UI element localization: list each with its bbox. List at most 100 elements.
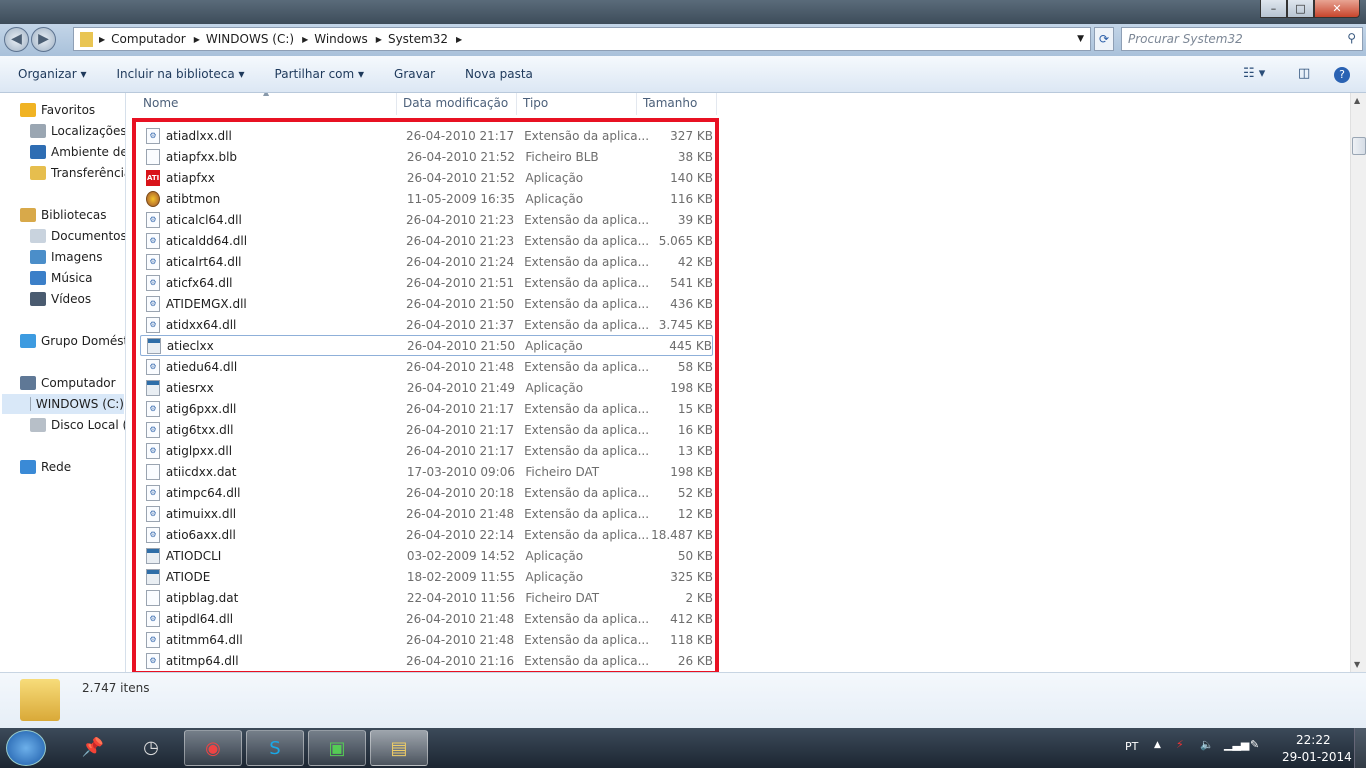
include-in-library-button[interactable]: Incluir na biblioteca ▾ <box>117 67 245 81</box>
column-date-modified[interactable]: Data modificação <box>397 93 517 115</box>
breadcrumb-windows[interactable]: Windows <box>314 32 368 46</box>
nav-item-rede[interactable]: Rede <box>20 457 71 477</box>
minimize-button[interactable]: – <box>1260 0 1287 18</box>
taskbar-pin-app-icon[interactable]: 📌 <box>64 730 122 766</box>
downloads-folder-icon <box>30 166 46 180</box>
taskbar-chrome-icon[interactable]: ◉ <box>184 730 242 766</box>
taskbar-explorer-icon[interactable]: ▤ <box>370 730 428 766</box>
file-row[interactable]: ⚙ atiedu64.dll 26-04-2010 21:48 Extensão da… <box>140 356 713 377</box>
file-row[interactable]: atipblag.dat 22-04-2010 11:56 Ficheiro DAT… <box>140 587 713 608</box>
organize-button[interactable]: Organizar ▾ <box>18 67 87 81</box>
back-button[interactable]: ◀ <box>4 27 29 52</box>
share-with-button[interactable]: Partilhar com ▾ <box>275 67 365 81</box>
file-row[interactable]: ATI atiapfxx 26-04-2010 21:52 Aplicação 140 … <box>140 167 713 188</box>
file-row[interactable]: ⚙ atio6axx.dll 26-04-2010 22:14 Extensão da… <box>140 524 713 545</box>
new-folder-button[interactable]: Nova pasta <box>465 67 533 81</box>
file-row[interactable]: ⚙ atiglpxx.dll 26-04-2010 21:17 Extensão da… <box>140 440 713 461</box>
nav-item-documentos[interactable]: Documentos <box>30 226 125 246</box>
address-bar[interactable]: ▶ Computador ▶ WINDOWS (C:) ▶ Windows ▶ … <box>73 27 1091 51</box>
nav-item-ambiente-de-trabalho[interactable]: Ambiente de trabalho <box>30 142 125 162</box>
search-input[interactable]: Procurar System32 ⚲ <box>1121 27 1363 51</box>
file-row[interactable]: ⚙ atimpc64.dll 26-04-2010 20:18 Extensão da… <box>140 482 713 503</box>
scroll-down-icon[interactable]: ▼ <box>1354 660 1360 669</box>
column-name[interactable]: Nome <box>127 93 397 115</box>
view-options-icon[interactable]: ☷ ▾ <box>1243 66 1265 81</box>
file-type: Aplicação <box>525 380 584 395</box>
nav-item-label: Ambiente de trabalho <box>51 145 125 159</box>
file-row[interactable]: atiapfxx.blb 26-04-2010 21:52 Ficheiro BLB… <box>140 146 713 167</box>
file-row[interactable]: ATIODCLI 03-02-2009 14:52 Aplicação 50 KB <box>140 545 713 566</box>
file-row[interactable]: ⚙ atidxx64.dll 26-04-2010 21:37 Extensão da… <box>140 314 713 335</box>
file-date: 26-04-2010 22:14 <box>405 527 515 542</box>
breadcrumb-windows-c[interactable]: WINDOWS (C:) <box>206 32 294 46</box>
language-indicator[interactable]: PT <box>1125 740 1138 753</box>
show-hidden-icons[interactable]: ▲ <box>1154 740 1161 750</box>
column-type[interactable]: Tipo <box>517 93 637 115</box>
file-row[interactable]: ⚙ atipdl64.dll 26-04-2010 21:48 Extensão da… <box>140 608 713 629</box>
file-row[interactable]: ⚙ atig6txx.dll 26-04-2010 21:17 Extensão da… <box>140 419 713 440</box>
file-date: 26-04-2010 21:16 <box>405 653 515 668</box>
breadcrumb-separator[interactable]: ▶ <box>456 35 462 44</box>
taskbar-monitor-app-icon[interactable]: ▣ <box>308 730 366 766</box>
nav-item-grupo-dom-stico[interactable]: Grupo Doméstico <box>20 331 125 351</box>
file-size: 198 KB <box>670 464 714 479</box>
breadcrumb-separator: ▶ <box>99 34 106 44</box>
breadcrumb-system32[interactable]: System32 <box>388 32 448 46</box>
vertical-scrollbar[interactable]: ▲ ▼ <box>1350 93 1366 672</box>
nav-item-localiza-es[interactable]: Localizações <box>30 121 125 141</box>
file-size: 116 KB <box>670 191 714 206</box>
power-icon[interactable]: ⚡ <box>1176 738 1184 751</box>
nav-item-computador[interactable]: Computador <box>20 373 116 393</box>
file-row[interactable]: ⚙ atig6pxx.dll 26-04-2010 21:17 Extensão da… <box>140 398 713 419</box>
file-row[interactable]: ⚙ ATIDEMGX.dll 26-04-2010 21:50 Extensão da… <box>140 293 713 314</box>
scrollbar-thumb[interactable] <box>1352 137 1366 155</box>
pin-tray-icon[interactable]: ✎ <box>1250 738 1259 751</box>
file-row[interactable]: ATIODE 18-02-2009 11:55 Aplicação 325 KB <box>140 566 713 587</box>
start-button[interactable] <box>6 730 46 766</box>
file-date: 26-04-2010 21:52 <box>406 170 516 185</box>
file-row[interactable]: atiicdxx.dat 17-03-2010 09:06 Ficheiro DAT… <box>140 461 713 482</box>
file-row[interactable]: ⚙ aticfx64.dll 26-04-2010 21:51 Extensão da… <box>140 272 713 293</box>
forward-button[interactable]: ▶ <box>31 27 56 52</box>
help-icon[interactable]: ? <box>1334 67 1350 83</box>
file-row[interactable]: ⚙ atimuixx.dll 26-04-2010 21:48 Extensão da… <box>140 503 713 524</box>
volume-icon[interactable]: 🔈 <box>1200 738 1214 751</box>
show-desktop-button[interactable] <box>1354 728 1366 768</box>
nav-item-disco-local-d-[interactable]: Disco Local (D:) <box>30 415 125 435</box>
file-row[interactable]: atieclxx 26-04-2010 21:50 Aplicação 445 KB <box>140 335 713 356</box>
clock-time[interactable]: 22:22 <box>1296 733 1331 747</box>
nav-item-label: WINDOWS (C:) <box>35 397 124 411</box>
nav-item-m-sica[interactable]: Música <box>30 268 93 288</box>
refresh-button[interactable]: ⟳ <box>1094 27 1114 51</box>
file-row[interactable]: atibtmon 11-05-2009 16:35 Aplicação 116 KB <box>140 188 713 209</box>
taskbar-skype-icon[interactable]: S <box>246 730 304 766</box>
nav-item-v-deos[interactable]: Vídeos <box>30 289 91 309</box>
scroll-up-icon[interactable]: ▲ <box>1354 96 1360 105</box>
clock-date[interactable]: 29-01-2014 <box>1282 750 1352 764</box>
file-row[interactable]: ⚙ aticalcl64.dll 26-04-2010 21:23 Extensão … <box>140 209 713 230</box>
preview-pane-icon[interactable]: ◫ <box>1298 66 1310 81</box>
column-size[interactable]: Tamanho <box>637 93 717 115</box>
nav-item-favoritos[interactable]: Favoritos <box>20 100 95 120</box>
breadcrumb-computador[interactable]: Computador <box>111 32 186 46</box>
file-row[interactable]: ⚙ atitmp64.dll 26-04-2010 21:16 Extensão da… <box>140 650 713 671</box>
network-signal-icon[interactable]: ▁▃▅ <box>1224 738 1249 751</box>
nav-item-transfer-ncias[interactable]: Transferências <box>30 163 125 183</box>
file-row[interactable]: ⚙ atiadlxx.dll 26-04-2010 21:17 Extensão da… <box>140 125 713 146</box>
file-row[interactable]: ⚙ atitmm64.dll 26-04-2010 21:48 Extensão da… <box>140 629 713 650</box>
nav-item-windows-c-[interactable]: WINDOWS (C:) <box>2 394 124 414</box>
close-button[interactable]: ✕ <box>1314 0 1360 18</box>
nav-item-bibliotecas[interactable]: Bibliotecas <box>20 205 106 225</box>
file-row[interactable]: ⚙ aticalrt64.dll 26-04-2010 21:24 Extensão … <box>140 251 713 272</box>
file-date: 26-04-2010 21:23 <box>405 233 515 248</box>
history-dropdown-icon[interactable]: ▼ <box>1077 34 1084 44</box>
search-icon[interactable]: ⚲ <box>1347 31 1356 45</box>
burn-button[interactable]: Gravar <box>394 67 435 81</box>
file-row[interactable]: ⚙ aticaldd64.dll 26-04-2010 21:23 Extensão … <box>140 230 713 251</box>
nav-item-imagens[interactable]: Imagens <box>30 247 102 267</box>
file-size: 39 KB <box>677 212 713 227</box>
file-row[interactable]: atiesrxx 26-04-2010 21:49 Aplicação 198 KB <box>140 377 713 398</box>
file-name: aticalrt64.dll <box>165 254 242 269</box>
taskbar-clock-app-icon[interactable]: ◷ <box>122 730 180 766</box>
maximize-button[interactable]: □ <box>1287 0 1314 18</box>
